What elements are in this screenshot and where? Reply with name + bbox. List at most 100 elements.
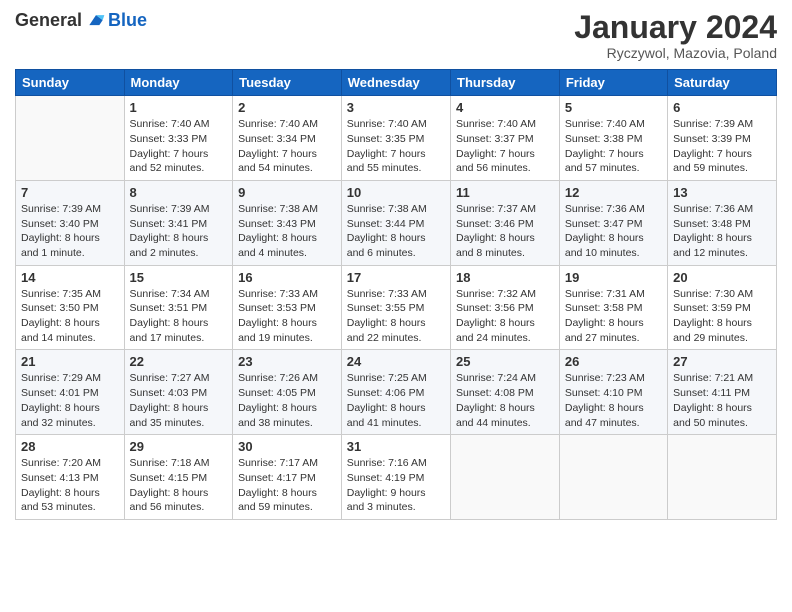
calendar-cell: 1 Sunrise: 7:40 AM Sunset: 3:33 PM Daylig…	[124, 96, 233, 181]
page-subtitle: Ryczywol, Mazovia, Poland	[574, 45, 777, 61]
day-info: Sunrise: 7:40 AM Sunset: 3:33 PM Dayligh…	[130, 117, 228, 176]
logo-text-general: General	[15, 10, 82, 31]
day-info: Sunrise: 7:39 AM Sunset: 3:41 PM Dayligh…	[130, 202, 228, 261]
day-info: Sunrise: 7:40 AM Sunset: 3:38 PM Dayligh…	[565, 117, 662, 176]
calendar-cell: 22 Sunrise: 7:27 AM Sunset: 4:03 PM Dayli…	[124, 350, 233, 435]
day-info: Sunrise: 7:36 AM Sunset: 3:47 PM Dayligh…	[565, 202, 662, 261]
day-info: Sunrise: 7:32 AM Sunset: 3:56 PM Dayligh…	[456, 287, 554, 346]
calendar-cell: 3 Sunrise: 7:40 AM Sunset: 3:35 PM Daylig…	[341, 96, 450, 181]
day-info: Sunrise: 7:38 AM Sunset: 3:43 PM Dayligh…	[238, 202, 336, 261]
calendar-cell: 19Sunrise: 7:31 AM Sunset: 3:58 PM Dayli…	[559, 265, 667, 350]
day-number: 26	[565, 354, 662, 369]
day-info: Sunrise: 7:26 AM Sunset: 4:05 PM Dayligh…	[238, 371, 336, 430]
calendar-cell: 29 Sunrise: 7:18 AM Sunset: 4:15 PM Dayli…	[124, 435, 233, 520]
day-number: 22	[130, 354, 228, 369]
calendar-cell: 17Sunrise: 7:33 AM Sunset: 3:55 PM Dayli…	[341, 265, 450, 350]
day-info: Sunrise: 7:37 AM Sunset: 3:46 PM Dayligh…	[456, 202, 554, 261]
calendar-cell: 21Sunrise: 7:29 AM Sunset: 4:01 PM Dayli…	[16, 350, 125, 435]
day-number: 6	[673, 100, 771, 115]
calendar-table: SundayMondayTuesdayWednesdayThursdayFrid…	[15, 69, 777, 520]
day-info: Sunrise: 7:24 AM Sunset: 4:08 PM Dayligh…	[456, 371, 554, 430]
calendar-cell: 8 Sunrise: 7:39 AM Sunset: 3:41 PM Daylig…	[124, 180, 233, 265]
day-number: 29	[130, 439, 228, 454]
day-number: 15	[130, 270, 228, 285]
day-number: 9	[238, 185, 336, 200]
calendar-week-row: 28 Sunrise: 7:20 AM Sunset: 4:13 PM Dayli…	[16, 435, 777, 520]
calendar-cell: 15 Sunrise: 7:34 AM Sunset: 3:51 PM Dayli…	[124, 265, 233, 350]
day-number: 30	[238, 439, 336, 454]
logo-text-blue: Blue	[108, 10, 147, 31]
calendar-cell: 11 Sunrise: 7:37 AM Sunset: 3:46 PM Dayli…	[451, 180, 560, 265]
day-info: Sunrise: 7:31 AM Sunset: 3:58 PM Dayligh…	[565, 287, 662, 346]
calendar-day-header: Friday	[559, 70, 667, 96]
calendar-cell: 5 Sunrise: 7:40 AM Sunset: 3:38 PM Daylig…	[559, 96, 667, 181]
day-number: 28	[21, 439, 119, 454]
calendar-cell: 26Sunrise: 7:23 AM Sunset: 4:10 PM Dayli…	[559, 350, 667, 435]
day-info: Sunrise: 7:16 AM Sunset: 4:19 PM Dayligh…	[347, 456, 445, 515]
day-info: Sunrise: 7:27 AM Sunset: 4:03 PM Dayligh…	[130, 371, 228, 430]
day-number: 7	[21, 185, 119, 200]
day-number: 10	[347, 185, 445, 200]
calendar-cell	[668, 435, 777, 520]
calendar-cell: 2Sunrise: 7:40 AM Sunset: 3:34 PM Daylig…	[233, 96, 342, 181]
day-info: Sunrise: 7:29 AM Sunset: 4:01 PM Dayligh…	[21, 371, 119, 430]
calendar-cell: 16 Sunrise: 7:33 AM Sunset: 3:53 PM Dayli…	[233, 265, 342, 350]
calendar-cell: 28 Sunrise: 7:20 AM Sunset: 4:13 PM Dayli…	[16, 435, 125, 520]
day-info: Sunrise: 7:33 AM Sunset: 3:53 PM Dayligh…	[238, 287, 336, 346]
calendar-week-row: 7Sunrise: 7:39 AM Sunset: 3:40 PM Daylig…	[16, 180, 777, 265]
calendar-cell: 13 Sunrise: 7:36 AM Sunset: 3:48 PM Dayli…	[668, 180, 777, 265]
day-number: 11	[456, 185, 554, 200]
day-info: Sunrise: 7:33 AM Sunset: 3:55 PM Dayligh…	[347, 287, 445, 346]
calendar-cell: 23Sunrise: 7:26 AM Sunset: 4:05 PM Dayli…	[233, 350, 342, 435]
day-number: 8	[130, 185, 228, 200]
calendar-day-header: Monday	[124, 70, 233, 96]
calendar-cell	[451, 435, 560, 520]
calendar-cell: 24 Sunrise: 7:25 AM Sunset: 4:06 PM Dayli…	[341, 350, 450, 435]
calendar-cell: 14 Sunrise: 7:35 AM Sunset: 3:50 PM Dayli…	[16, 265, 125, 350]
day-info: Sunrise: 7:20 AM Sunset: 4:13 PM Dayligh…	[21, 456, 119, 515]
day-number: 13	[673, 185, 771, 200]
calendar-cell: 6 Sunrise: 7:39 AM Sunset: 3:39 PM Daylig…	[668, 96, 777, 181]
day-number: 2	[238, 100, 336, 115]
calendar-cell: 4 Sunrise: 7:40 AM Sunset: 3:37 PM Daylig…	[451, 96, 560, 181]
calendar-cell: 18 Sunrise: 7:32 AM Sunset: 3:56 PM Dayli…	[451, 265, 560, 350]
day-info: Sunrise: 7:35 AM Sunset: 3:50 PM Dayligh…	[21, 287, 119, 346]
day-number: 1	[130, 100, 228, 115]
calendar-header-row: SundayMondayTuesdayWednesdayThursdayFrid…	[16, 70, 777, 96]
calendar-week-row: 1 Sunrise: 7:40 AM Sunset: 3:33 PM Daylig…	[16, 96, 777, 181]
day-number: 4	[456, 100, 554, 115]
calendar-day-header: Thursday	[451, 70, 560, 96]
title-area: January 2024 Ryczywol, Mazovia, Poland	[574, 10, 777, 61]
day-info: Sunrise: 7:21 AM Sunset: 4:11 PM Dayligh…	[673, 371, 771, 430]
day-number: 18	[456, 270, 554, 285]
day-info: Sunrise: 7:18 AM Sunset: 4:15 PM Dayligh…	[130, 456, 228, 515]
day-number: 3	[347, 100, 445, 115]
day-info: Sunrise: 7:17 AM Sunset: 4:17 PM Dayligh…	[238, 456, 336, 515]
day-info: Sunrise: 7:34 AM Sunset: 3:51 PM Dayligh…	[130, 287, 228, 346]
day-number: 16	[238, 270, 336, 285]
calendar-cell	[559, 435, 667, 520]
day-number: 12	[565, 185, 662, 200]
calendar-cell: 20Sunrise: 7:30 AM Sunset: 3:59 PM Dayli…	[668, 265, 777, 350]
day-info: Sunrise: 7:40 AM Sunset: 3:37 PM Dayligh…	[456, 117, 554, 176]
calendar-cell: 12 Sunrise: 7:36 AM Sunset: 3:47 PM Dayli…	[559, 180, 667, 265]
calendar-cell: 30 Sunrise: 7:17 AM Sunset: 4:17 PM Dayli…	[233, 435, 342, 520]
day-info: Sunrise: 7:25 AM Sunset: 4:06 PM Dayligh…	[347, 371, 445, 430]
day-number: 27	[673, 354, 771, 369]
day-number: 20	[673, 270, 771, 285]
calendar-cell: 9 Sunrise: 7:38 AM Sunset: 3:43 PM Daylig…	[233, 180, 342, 265]
day-number: 25	[456, 354, 554, 369]
day-info: Sunrise: 7:36 AM Sunset: 3:48 PM Dayligh…	[673, 202, 771, 261]
calendar-day-header: Sunday	[16, 70, 125, 96]
day-number: 24	[347, 354, 445, 369]
day-info: Sunrise: 7:39 AM Sunset: 3:39 PM Dayligh…	[673, 117, 771, 176]
day-number: 14	[21, 270, 119, 285]
calendar-cell: 31 Sunrise: 7:16 AM Sunset: 4:19 PM Dayli…	[341, 435, 450, 520]
calendar-week-row: 21Sunrise: 7:29 AM Sunset: 4:01 PM Dayli…	[16, 350, 777, 435]
day-number: 5	[565, 100, 662, 115]
header: General Blue January 2024 Ryczywol, Mazo…	[15, 10, 777, 61]
day-info: Sunrise: 7:40 AM Sunset: 3:35 PM Dayligh…	[347, 117, 445, 176]
calendar-day-header: Saturday	[668, 70, 777, 96]
calendar-cell	[16, 96, 125, 181]
day-number: 31	[347, 439, 445, 454]
